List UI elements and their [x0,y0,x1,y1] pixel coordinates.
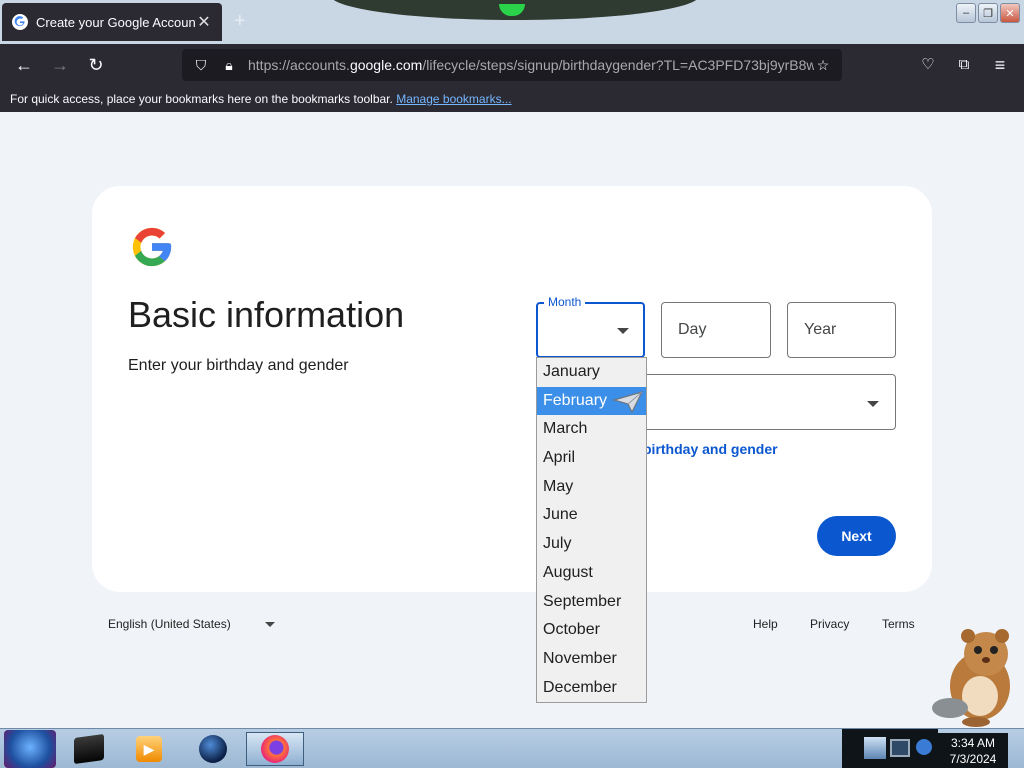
help-link[interactable]: Help [753,617,778,631]
terms-link[interactable]: Terms [882,617,915,631]
system-tray [842,729,938,768]
page-subtitle: Enter your birthday and gender [128,357,349,374]
taskbar-app-media-player[interactable]: ▶ [120,732,178,766]
tab-bar: Create your Google Account ✕ + – ❐ ✕ [0,0,1024,44]
tab-google-account[interactable]: Create your Google Account ✕ [2,3,222,41]
month-option-january[interactable]: January [537,358,646,387]
gender-dropdown-arrow-icon[interactable] [867,401,879,407]
nav-bar: ← → ↻ ⛉ 🔒︎ https://accounts.google.com/l… [0,44,1024,86]
year-input[interactable]: Year [787,302,896,358]
next-button[interactable]: Next [817,516,896,556]
page-title: Basic information [128,294,405,335]
globe-icon [199,735,227,763]
tray-network-icon[interactable] [864,737,886,759]
bookmarks-toolbar: For quick access, place your bookmarks h… [0,86,1024,112]
address-bar[interactable]: ⛉ 🔒︎ https://accounts.google.com/lifecyc… [182,49,842,81]
google-logo-icon [132,227,172,267]
pocket-icon[interactable]: ♡ [916,53,940,77]
privacy-link[interactable]: Privacy [810,617,849,631]
month-label: Month [544,295,586,309]
minimize-icon[interactable]: – [956,3,976,23]
tray-edge-icon[interactable] [916,739,932,755]
url-text[interactable]: https://accounts.google.com/lifecycle/st… [248,57,814,73]
language-selector[interactable]: English (United States) [108,617,231,631]
google-favicon-icon [12,14,28,30]
tab-title: Create your Google Account [36,14,196,30]
month-option-november[interactable]: November [537,645,646,674]
tray-monitor-icon[interactable] [890,739,910,757]
tracking-shield-icon[interactable]: ⛉ [192,57,210,74]
language-dropdown-arrow-icon[interactable] [265,622,275,627]
extensions-icon[interactable]: ⧉ [952,53,976,77]
media-player-icon: ▶ [136,736,162,762]
month-option-december[interactable]: December [537,674,646,703]
day-input[interactable]: Day [661,302,771,358]
forward-arrow-icon[interactable]: → [48,53,72,77]
month-option-august[interactable]: August [537,559,646,588]
year-placeholder: Year [804,321,837,338]
clock-time: 3:34 AM [950,736,996,750]
month-option-september[interactable]: September [537,588,646,617]
month-option-may[interactable]: May [537,473,646,502]
new-tab-icon[interactable]: + [234,10,246,33]
start-button[interactable] [4,730,56,768]
tab-close-icon[interactable]: ✕ [196,12,212,32]
mouse-cursor-icon [612,391,644,414]
lock-icon[interactable]: 🔒︎ [220,57,238,74]
bookmark-star-icon[interactable]: ☆ [814,57,832,74]
firefox-icon [261,735,289,763]
back-arrow-icon[interactable]: ← [12,53,36,77]
taskbar: ▶ 3:34 AM 7/3/2024 [0,728,1024,768]
menu-icon[interactable]: ≡ [988,53,1012,77]
window-controls: – ❐ ✕ [956,3,1020,23]
month-option-july[interactable]: July [537,530,646,559]
month-option-june[interactable]: June [537,501,646,530]
reload-icon[interactable]: ↻ [84,53,108,77]
window-close-icon[interactable]: ✕ [1000,3,1020,23]
taskbar-app-globe[interactable] [184,732,242,766]
hamster-mascot-icon [932,629,1010,727]
bookmarks-hint: For quick access, place your bookmarks h… [10,92,393,106]
taskbar-app-terminal[interactable] [60,732,118,766]
why-birthday-gender-link[interactable]: birthday and gender [643,441,778,457]
manage-bookmarks-link[interactable]: Manage bookmarks... [396,92,511,106]
system-clock[interactable]: 3:34 AM 7/3/2024 [938,733,1008,768]
restore-icon[interactable]: ❐ [978,3,998,23]
month-option-october[interactable]: October [537,616,646,645]
month-option-march[interactable]: March [537,415,646,444]
clock-date: 7/3/2024 [949,752,997,766]
terminal-icon [74,733,104,765]
taskbar-app-firefox[interactable] [246,732,304,766]
month-dropdown-arrow-icon[interactable] [617,328,629,334]
day-placeholder: Day [678,321,707,338]
month-option-april[interactable]: April [537,444,646,473]
